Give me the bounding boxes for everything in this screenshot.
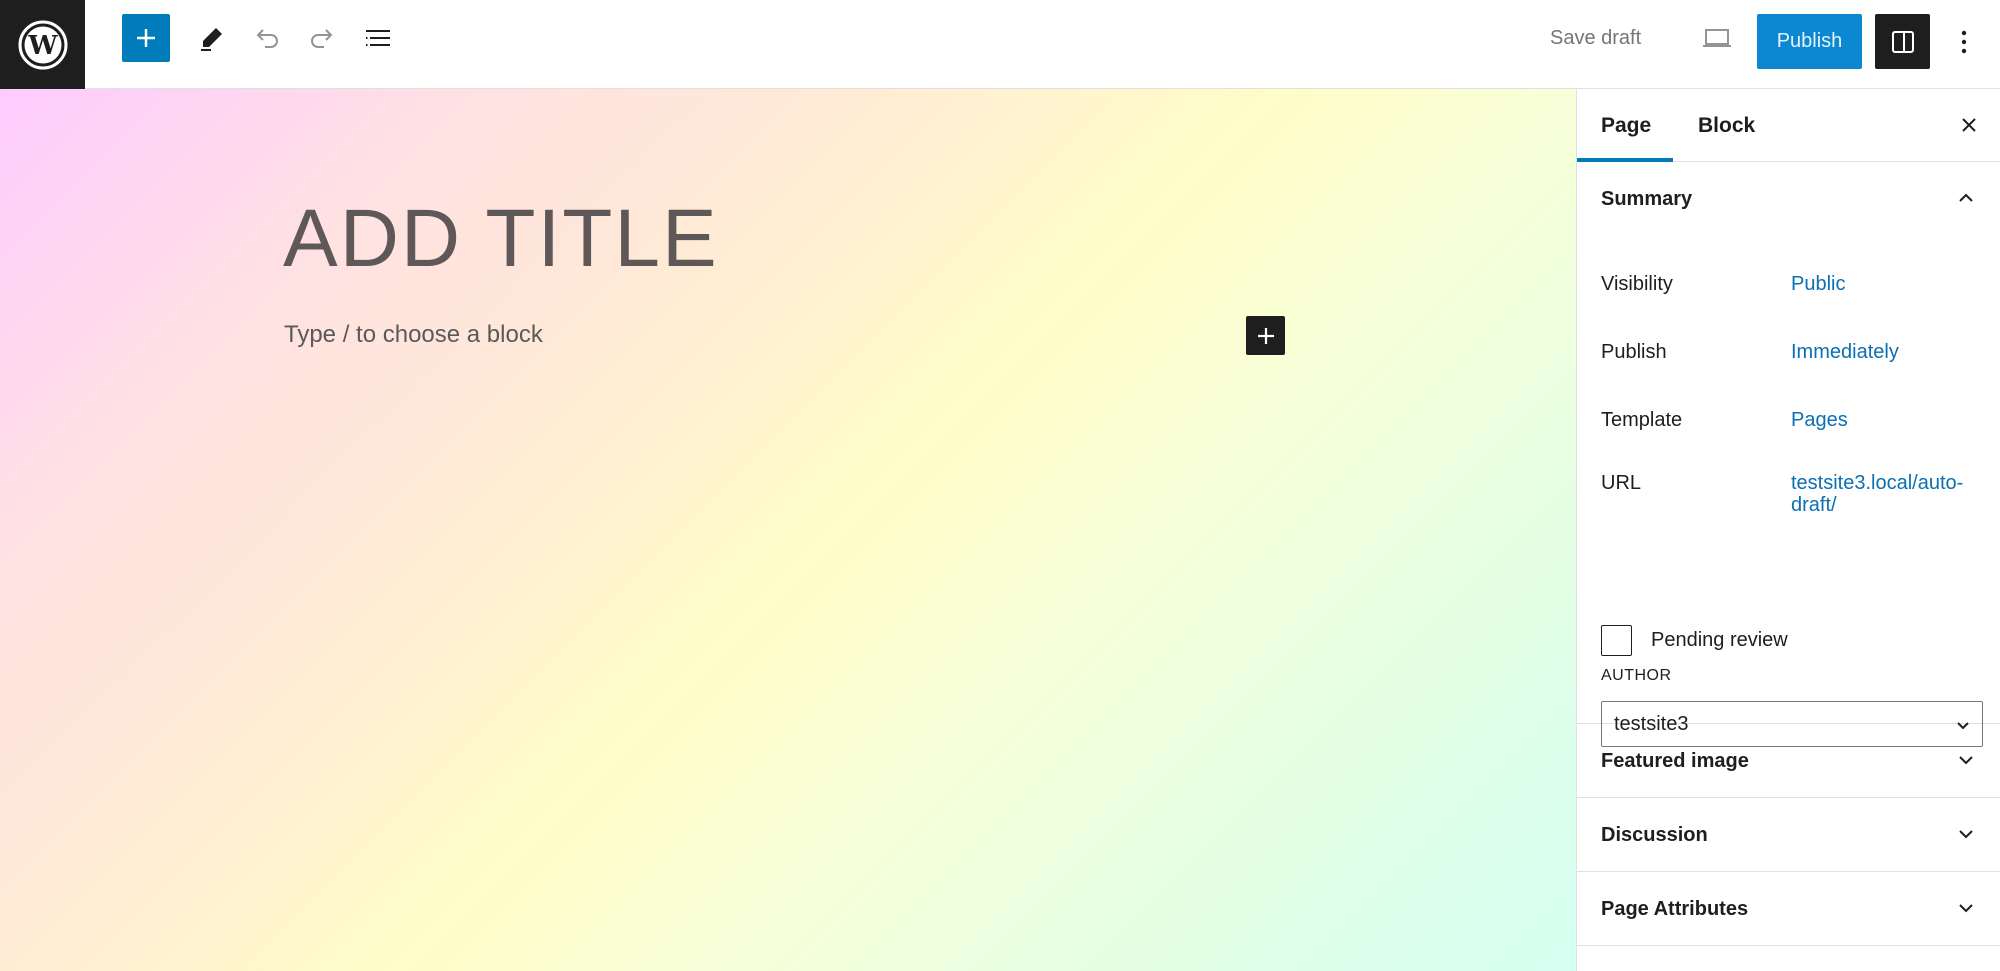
preview-button[interactable]: [1693, 14, 1741, 62]
settings-sidebar: Page Block Summary Visibility Public Pub…: [1576, 89, 2000, 971]
chevron-up-icon: [1959, 193, 1973, 202]
url-value-button[interactable]: testsite3.local/auto-draft/: [1791, 472, 1971, 516]
default-block-appender[interactable]: Type / to choose a block: [284, 321, 543, 349]
more-vertical-icon: [1961, 30, 1967, 54]
chevron-down-icon: [1959, 830, 1973, 839]
undo-button[interactable]: [243, 14, 291, 62]
svg-text:W: W: [27, 31, 58, 61]
page-attributes-heading: Page Attributes: [1601, 897, 1749, 920]
redo-icon: [311, 29, 333, 48]
document-overview-button[interactable]: [354, 14, 402, 62]
plus-icon: [137, 29, 155, 47]
author-label: AUTHOR: [1601, 667, 1672, 684]
close-settings-button[interactable]: [1951, 107, 1987, 143]
summary-panel: Summary Visibility Public Publish Immedi…: [1577, 162, 2000, 747]
publish-date-button[interactable]: Immediately: [1791, 341, 1971, 363]
chevron-down-icon: [1959, 756, 1973, 765]
template-value-button[interactable]: Pages: [1791, 409, 1971, 431]
discussion-heading: Discussion: [1601, 823, 1708, 846]
discussion-panel[interactable]: Discussion: [1577, 798, 2000, 872]
close-icon: [1962, 118, 1976, 132]
options-button[interactable]: [1940, 18, 1988, 66]
tab-block[interactable]: Block: [1698, 89, 1755, 162]
publish-label: Publish: [1601, 341, 1667, 363]
featured-image-panel[interactable]: Featured image: [1577, 724, 2000, 798]
summary-heading: Summary: [1601, 187, 1693, 210]
plus-icon: [1257, 327, 1274, 344]
page-attributes-panel[interactable]: Page Attributes: [1577, 872, 2000, 946]
wordpress-logo-button[interactable]: W: [0, 0, 85, 89]
url-label: URL: [1601, 472, 1642, 494]
tools-button[interactable]: [188, 14, 236, 62]
editor-canvas: ADD TITLE Type / to choose a block: [0, 89, 1576, 971]
sidebar-toggle-icon: [1891, 30, 1914, 53]
redo-button[interactable]: [298, 14, 346, 62]
template-label: Template: [1601, 409, 1683, 431]
visibility-value-button[interactable]: Public: [1791, 273, 1971, 295]
inline-add-block-button[interactable]: [1246, 316, 1285, 355]
visibility-label: Visibility: [1601, 273, 1673, 295]
publish-button[interactable]: Publish: [1757, 14, 1862, 69]
featured-image-heading: Featured image: [1601, 749, 1749, 772]
editor-toolbar: W Save draft Publish: [0, 0, 2000, 89]
wordpress-logo-icon: W: [18, 20, 67, 69]
undo-icon: [256, 29, 278, 48]
pending-review-checkbox[interactable]: [1601, 625, 1632, 656]
summary-panel-toggle[interactable]: Summary: [1577, 162, 2000, 236]
pencil-icon: [201, 28, 222, 51]
chevron-down-icon: [1959, 904, 1973, 913]
desktop-preview-icon: [1703, 29, 1731, 47]
tab-page[interactable]: Page: [1601, 89, 1673, 162]
settings-sidebar-toggle[interactable]: [1875, 14, 1930, 69]
pending-review-label: Pending review: [1651, 629, 1788, 651]
add-block-button[interactable]: [122, 14, 170, 62]
list-view-icon: [366, 30, 390, 46]
post-title-input[interactable]: ADD TITLE: [283, 192, 719, 286]
sidebar-tabs: Page Block: [1577, 89, 2000, 162]
save-draft-button[interactable]: Save draft: [1550, 14, 1641, 62]
